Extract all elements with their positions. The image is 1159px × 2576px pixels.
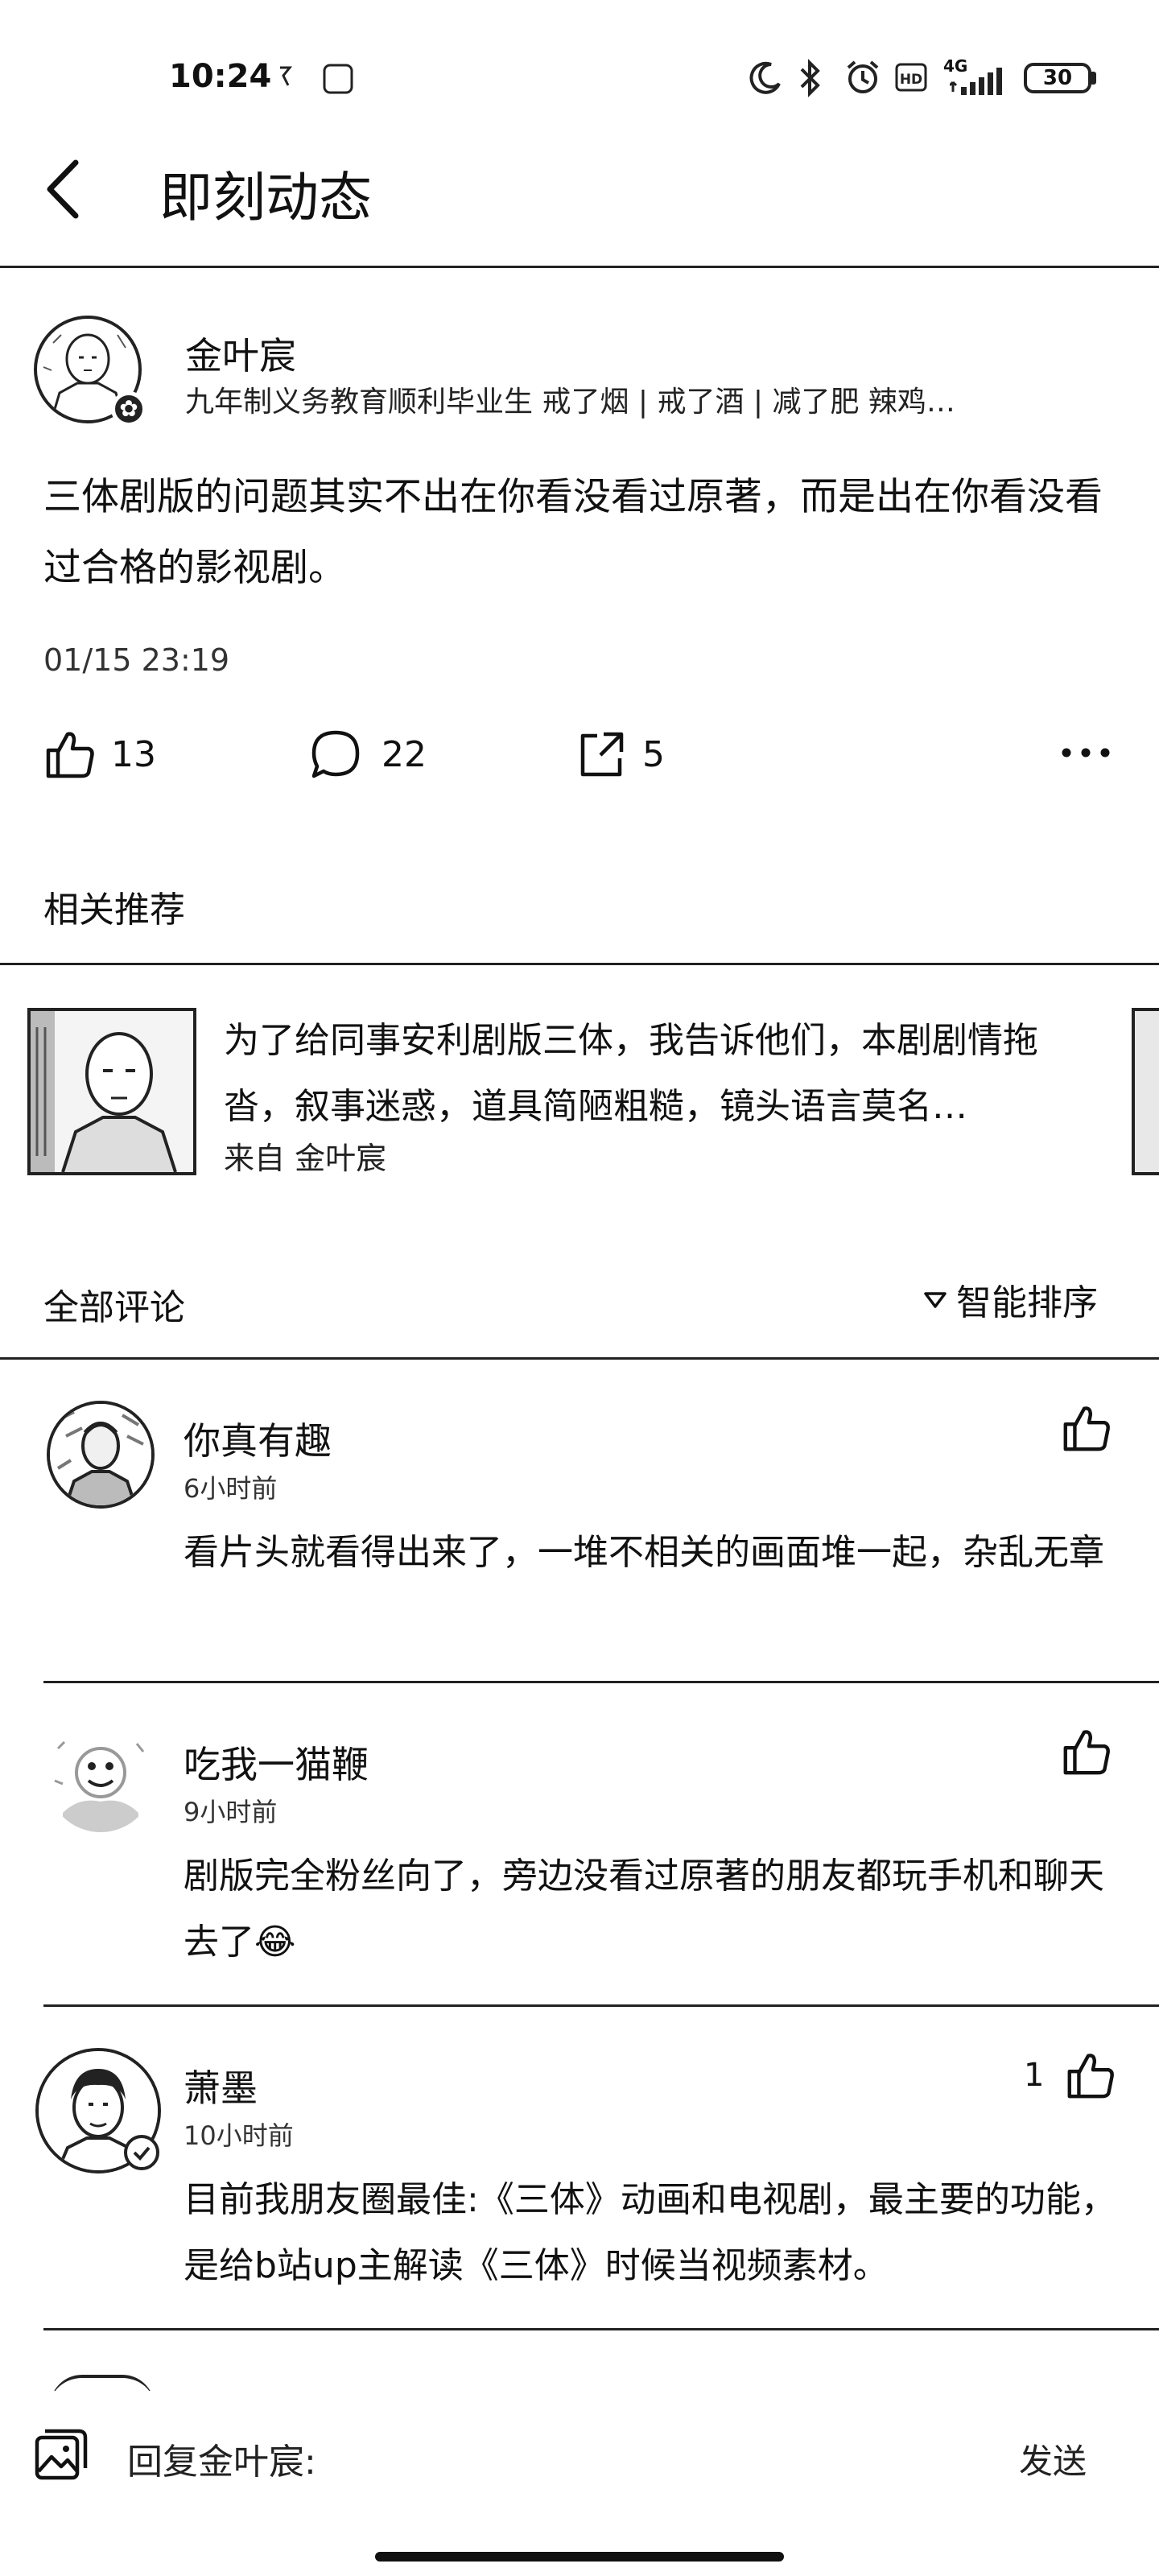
thumbs-up-icon (1063, 2048, 1118, 2103)
triangle-down-icon (922, 1287, 948, 1311)
image-picker-icon[interactable] (32, 2426, 90, 2484)
comments-divider (0, 1357, 1159, 1360)
post: ✿ 金叶宸 九年制义务教育顺利毕业生 戒了烟 | 戒了酒 | 减了肥 辣鸡… 三… (0, 270, 1159, 834)
battery-level: 30 (1042, 66, 1073, 90)
verified-badge-icon: ✿ (111, 391, 146, 427)
comment-item: 萧墨 10小时前 目前我朋友圈最佳:《三体》动画和电视剧，最主要的功能，是给b站… (0, 2048, 1159, 2330)
comment-like-button[interactable] (1040, 1724, 1114, 1779)
post-author-bio: 九年制义务教育顺利毕业生 戒了烟 | 戒了酒 | 减了肥 辣鸡… (185, 386, 955, 419)
comment-item: 吃我一猫鞭 9小时前 剧版完全粉丝向了，旁边没看过原著的朋友都玩手机和聊天去了😂 (0, 1724, 1159, 2006)
post-author-name[interactable]: 金叶宸 (185, 327, 296, 380)
battery-icon: 30 (1024, 63, 1091, 93)
share-icon (573, 726, 629, 782)
like-button[interactable]: 13 (42, 726, 156, 782)
app-icon (322, 63, 354, 95)
reply-input[interactable]: 回复金叶宸: (127, 2433, 316, 2484)
commenter-name[interactable]: 你真有趣 (184, 1412, 332, 1465)
comment-like-button[interactable]: 1 (1024, 2048, 1118, 2103)
send-button[interactable]: 发送 (1019, 2434, 1087, 2483)
comment-item: 你真有趣 6小时前 看片头就看得出来了，一堆不相关的画面堆一起，杂乱无章 (0, 1401, 1159, 1682)
comment-divider (43, 1681, 1159, 1683)
comment-time: 6小时前 (184, 1473, 278, 1504)
battery-tip (1091, 72, 1096, 85)
commenter-avatar[interactable] (47, 1724, 155, 1832)
post-timestamp: 01/15 23:19 (43, 642, 230, 678)
share-count: 5 (642, 733, 665, 775)
related-divider (0, 963, 1159, 965)
thumbs-up-icon (42, 726, 98, 782)
comment-text: 剧版完全粉丝向了，旁边没看过原著的朋友都玩手机和聊天去了😂 (184, 1856, 1104, 1963)
comment-like-count: 1 (1024, 2057, 1045, 2094)
comment-text: 目前我朋友圈最佳:《三体》动画和电视剧，最主要的功能，是给b站up主解读《三体》… (184, 2179, 1116, 2286)
moon-icon (749, 60, 784, 95)
header-divider (0, 266, 1159, 268)
verified-check-icon (124, 2135, 159, 2170)
related-heading: 相关推荐 (43, 890, 185, 931)
svg-text:HD: HD (900, 72, 922, 88)
status-time: 10:24 (169, 58, 272, 95)
comment-time: 9小时前 (184, 1797, 278, 1827)
thumbs-up-icon (1059, 1724, 1114, 1779)
alarm-icon (843, 58, 882, 97)
sort-button[interactable]: 智能排序 (922, 1275, 1098, 1323)
related-card-thumbnail (27, 1008, 196, 1175)
related-card-next-peek[interactable] (1132, 1008, 1159, 1175)
sort-label: 智能排序 (956, 1282, 1098, 1323)
related-card[interactable]: 为了给同事安利剧版三体，我告诉他们，本剧剧情拖沓，叙事迷惑，道具简陋粗糙，镜头语… (0, 1008, 1159, 1177)
status-bar: 10:24 HD 4G 30 (0, 0, 1159, 121)
comment-like-button[interactable] (1040, 1401, 1114, 1455)
comment-bubble-icon (307, 726, 364, 782)
comment-button[interactable]: 22 (307, 726, 427, 782)
notification-icon (277, 64, 293, 89)
comment-time: 10小时前 (184, 2120, 294, 2151)
comment-text: 看片头就看得出来了，一堆不相关的画面堆一起，杂乱无章 (184, 1532, 1104, 1573)
home-indicator (375, 2552, 784, 2562)
comment-divider (43, 2328, 1159, 2330)
back-button[interactable] (39, 153, 95, 225)
post-content: 三体剧版的问题其实不出在你看没看过原著，而是出在你看没看过合格的影视剧。 (43, 475, 1103, 590)
like-count: 13 (111, 733, 156, 775)
comment-count: 22 (382, 733, 427, 775)
related-card-source: 来自 金叶宸 (224, 1141, 387, 1176)
hd-icon: HD (895, 63, 927, 92)
comment-divider (43, 2004, 1159, 2007)
related-card-text: 为了给同事安利剧版三体，我告诉他们，本剧剧情拖沓，叙事迷惑，道具简陋粗糙，镜头语… (224, 1020, 1038, 1127)
comments-heading: 全部评论 (43, 1287, 185, 1328)
bluetooth-icon (797, 58, 824, 98)
share-button[interactable]: 5 (573, 726, 665, 782)
commenter-name[interactable]: 吃我一猫鞭 (184, 1736, 369, 1789)
page-title: 即刻动态 (159, 167, 372, 229)
reply-bar: 回复金叶宸: 发送 (0, 2391, 1159, 2576)
signal-icon (950, 64, 1011, 97)
commenter-avatar[interactable] (47, 1401, 155, 1509)
thumbs-up-icon (1059, 1401, 1114, 1455)
more-options-icon[interactable] (1059, 741, 1112, 765)
commenter-name[interactable]: 萧墨 (184, 2059, 258, 2112)
